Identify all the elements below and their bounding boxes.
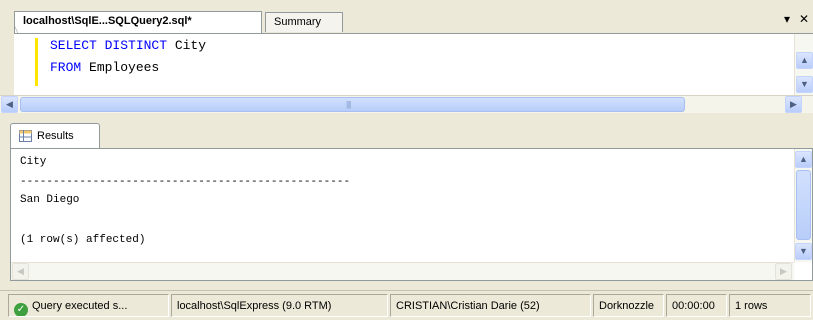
results-horizontal-scrollbar[interactable]: ◀ ▶: [11, 262, 794, 280]
status-message-text: Query executed s...: [32, 300, 128, 312]
keyword: SELECT DISTINCT: [50, 38, 168, 53]
status-database: Dorknozzle: [593, 294, 664, 317]
status-user: CRISTIAN\Cristian Darie (52): [390, 294, 591, 317]
scroll-left-icon[interactable]: ◀: [12, 263, 29, 280]
editor-vertical-scrollbar[interactable]: ▲ ▼: [794, 34, 813, 96]
tab-results[interactable]: Results: [10, 123, 100, 148]
editor-horizontal-scrollbar[interactable]: ◀ |||| ▶: [0, 95, 813, 113]
results-grid-icon: [19, 130, 32, 142]
scroll-thumb[interactable]: ||||: [20, 97, 685, 112]
close-icon[interactable]: ✕: [797, 12, 811, 26]
scroll-down-icon[interactable]: ▼: [796, 76, 813, 93]
scroll-right-icon[interactable]: ▶: [775, 263, 792, 280]
scroll-right-icon[interactable]: ▶: [785, 96, 802, 113]
identifier: City: [167, 38, 207, 53]
tab-sqlquery2[interactable]: localhost\SqlE...SQLQuery2.sql*: [14, 11, 262, 33]
result-row: San Diego: [20, 194, 80, 206]
results-pane[interactable]: City -----------------------------------…: [10, 148, 813, 281]
header-separator: ----------------------------------------…: [20, 176, 351, 188]
change-margin-marker: [35, 38, 38, 86]
scroll-up-icon[interactable]: ▲: [796, 52, 813, 69]
scroll-thumb[interactable]: [796, 170, 811, 240]
sql-query-window: localhost\SqlE...SQLQuery2.sql* Summary …: [0, 0, 813, 320]
scroll-up-icon[interactable]: ▲: [795, 151, 812, 168]
results-tab-label: Results: [37, 130, 74, 142]
rows-affected-message: (1 row(s) affected): [20, 234, 146, 246]
status-bar: ✓ Query executed s... localhost\SqlExpres…: [0, 290, 813, 320]
identifier: Employees: [81, 60, 160, 75]
dropdown-triangle-icon[interactable]: ▾: [780, 12, 794, 26]
code-line-1: SELECT DISTINCT City: [50, 38, 206, 53]
status-server: localhost\SqlExpress (9.0 RTM): [171, 294, 388, 317]
scroll-down-icon[interactable]: ▼: [795, 243, 812, 260]
keyword: FROM: [50, 60, 82, 75]
success-check-icon: ✓: [14, 303, 28, 316]
scroll-left-icon[interactable]: ◀: [1, 96, 18, 113]
status-message: ✓ Query executed s...: [8, 294, 169, 317]
results-vertical-scrollbar[interactable]: ▲ ▼: [794, 149, 812, 262]
document-tab-strip: localhost\SqlE...SQLQuery2.sql* Summary …: [0, 0, 813, 33]
column-header: City: [20, 156, 47, 168]
query-editor[interactable]: SELECT DISTINCT City FROM Employees ▲ ▼: [14, 33, 813, 96]
status-elapsed-time: 00:00:00: [666, 294, 727, 317]
code-line-2: FROM Employees: [50, 60, 159, 75]
status-row-count: 1 rows: [729, 294, 811, 317]
tab-summary[interactable]: Summary: [265, 12, 343, 32]
